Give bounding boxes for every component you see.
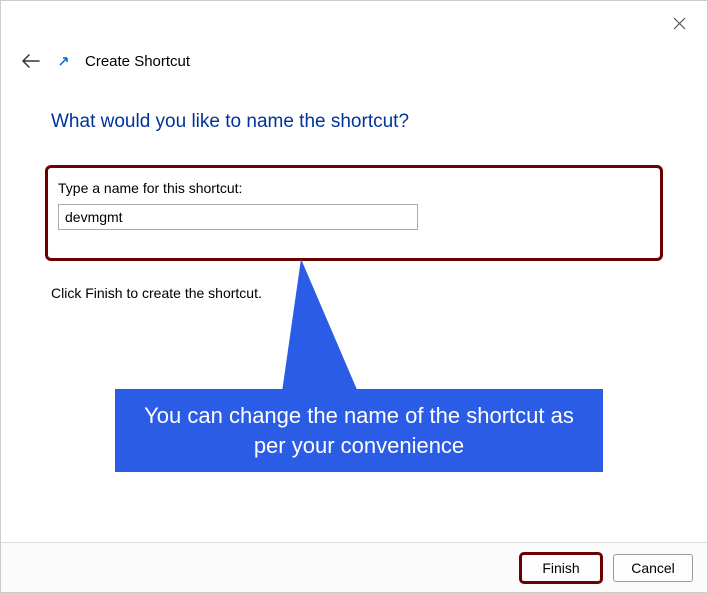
annotation-callout: You can change the name of the shortcut … (115, 389, 603, 472)
button-bar: Finish Cancel (1, 542, 707, 592)
create-shortcut-wizard: Create Shortcut What would you like to n… (0, 0, 708, 593)
window-title: Create Shortcut (85, 53, 190, 70)
close-button[interactable] (667, 11, 691, 35)
annotation-pointer (281, 259, 361, 399)
shortcut-icon (57, 54, 71, 68)
title-bar: Create Shortcut (1, 1, 707, 71)
shortcut-name-input[interactable] (58, 204, 418, 230)
page-heading: What would you like to name the shortcut… (1, 71, 707, 153)
highlighted-input-section: Type a name for this shortcut: (45, 165, 663, 261)
back-button[interactable] (21, 51, 41, 71)
shortcut-name-label: Type a name for this shortcut: (58, 180, 650, 196)
cancel-button[interactable]: Cancel (613, 554, 693, 582)
finish-button[interactable]: Finish (519, 552, 603, 584)
